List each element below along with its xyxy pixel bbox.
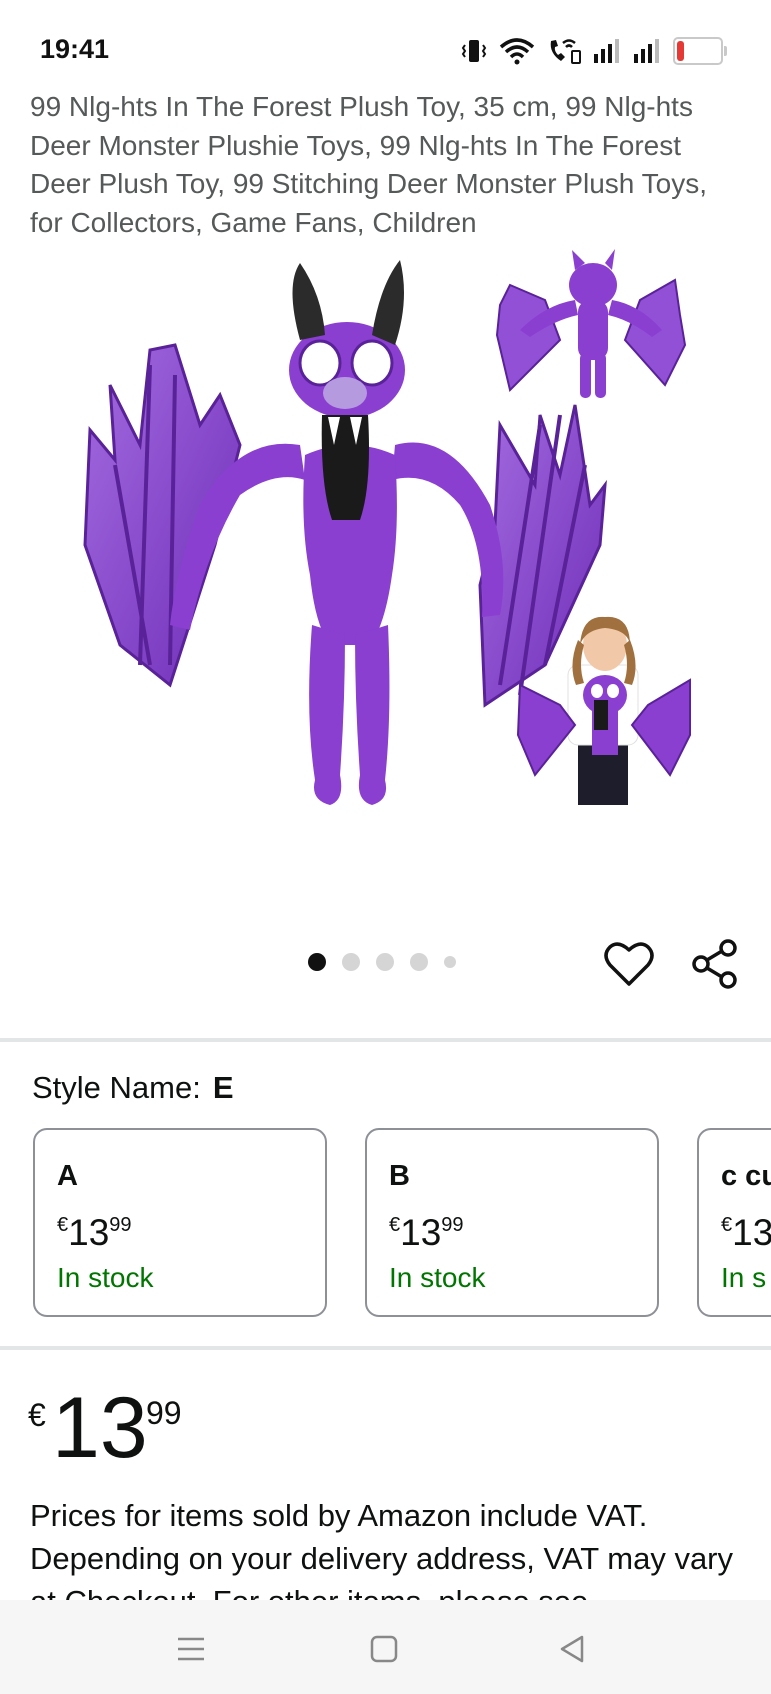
status-time: 19:41: [40, 34, 110, 64]
carousel-dot[interactable]: [342, 953, 360, 971]
right-ear: [372, 260, 404, 345]
variant-price: €1399: [57, 1212, 132, 1254]
back-icon: [560, 1635, 584, 1663]
carousel-dot[interactable]: [308, 953, 326, 971]
heart-icon: [604, 942, 654, 986]
back-view-thumbnail: [495, 249, 687, 398]
product-image-graphic: [83, 249, 691, 805]
signal-icon-2: [634, 39, 659, 63]
wifi-icon: [499, 38, 535, 65]
menu-icon: [178, 1637, 204, 1661]
variant-currency: €: [721, 1214, 733, 1236]
carousel-dot[interactable]: [376, 953, 394, 971]
variant-price-fraction: 99: [441, 1214, 464, 1236]
carousel-dot[interactable]: [410, 953, 428, 971]
system-nav-bar: [0, 1600, 771, 1694]
divider: [0, 1346, 771, 1350]
style-label: Style Name: E: [32, 1070, 234, 1106]
variant-price-whole: 13: [400, 1212, 442, 1253]
variant-stock: In s: [721, 1262, 767, 1293]
battery-icon: 19: [673, 37, 727, 65]
price-whole: 13: [52, 1380, 148, 1476]
variant-card-c[interactable]: c cu €13 In s: [697, 1128, 771, 1317]
share-button[interactable]: [690, 938, 740, 990]
variant-price-whole: 13: [732, 1212, 771, 1253]
battery-nub: [724, 46, 727, 56]
style-selected-value: E: [212, 1070, 234, 1105]
home-icon: [370, 1635, 398, 1663]
variant-currency: €: [389, 1214, 401, 1236]
variant-name: A: [57, 1160, 78, 1192]
variant-price: €13: [721, 1212, 771, 1254]
divider: [0, 1038, 771, 1042]
carousel-dots[interactable]: [308, 953, 472, 971]
style-variants: A €1399 In stock B €1399 In stock c cu €…: [0, 1128, 771, 1321]
share-icon: [692, 939, 737, 989]
variant-name: c cu: [721, 1160, 771, 1192]
menu-button[interactable]: [176, 1634, 206, 1669]
back-button[interactable]: [558, 1634, 586, 1669]
status-icons: 19: [461, 34, 727, 68]
wishlist-button[interactable]: [604, 940, 654, 988]
price-fraction: 99: [146, 1395, 182, 1431]
variant-stock: In stock: [57, 1262, 154, 1293]
price-currency: €: [28, 1397, 46, 1433]
product-title: 99 Nlg-hts In The Forest Plush Toy, 35 c…: [30, 91, 707, 238]
status-bar: 19:41 19: [0, 0, 771, 92]
battery-level: 19: [689, 42, 707, 59]
variant-card-a[interactable]: A €1399 In stock: [33, 1128, 327, 1317]
left-ear: [292, 263, 325, 340]
carousel-dot[interactable]: [444, 956, 456, 968]
vibrate-icon: [461, 40, 487, 62]
variant-card-b[interactable]: B €1399 In stock: [365, 1128, 659, 1317]
variant-price-fraction: 99: [109, 1214, 132, 1236]
product-image[interactable]: [0, 245, 771, 895]
plush-mouth: [321, 415, 369, 520]
variant-price-whole: 13: [68, 1212, 110, 1253]
variant-name: B: [389, 1160, 410, 1192]
signal-icon: [594, 39, 619, 63]
wifi-calling-icon: [550, 39, 581, 64]
home-button[interactable]: [370, 1634, 398, 1669]
variant-stock: In stock: [389, 1262, 486, 1293]
variant-currency: €: [57, 1214, 69, 1236]
variant-price: €1399: [389, 1212, 464, 1254]
style-label-text: Style Name:: [32, 1070, 201, 1105]
